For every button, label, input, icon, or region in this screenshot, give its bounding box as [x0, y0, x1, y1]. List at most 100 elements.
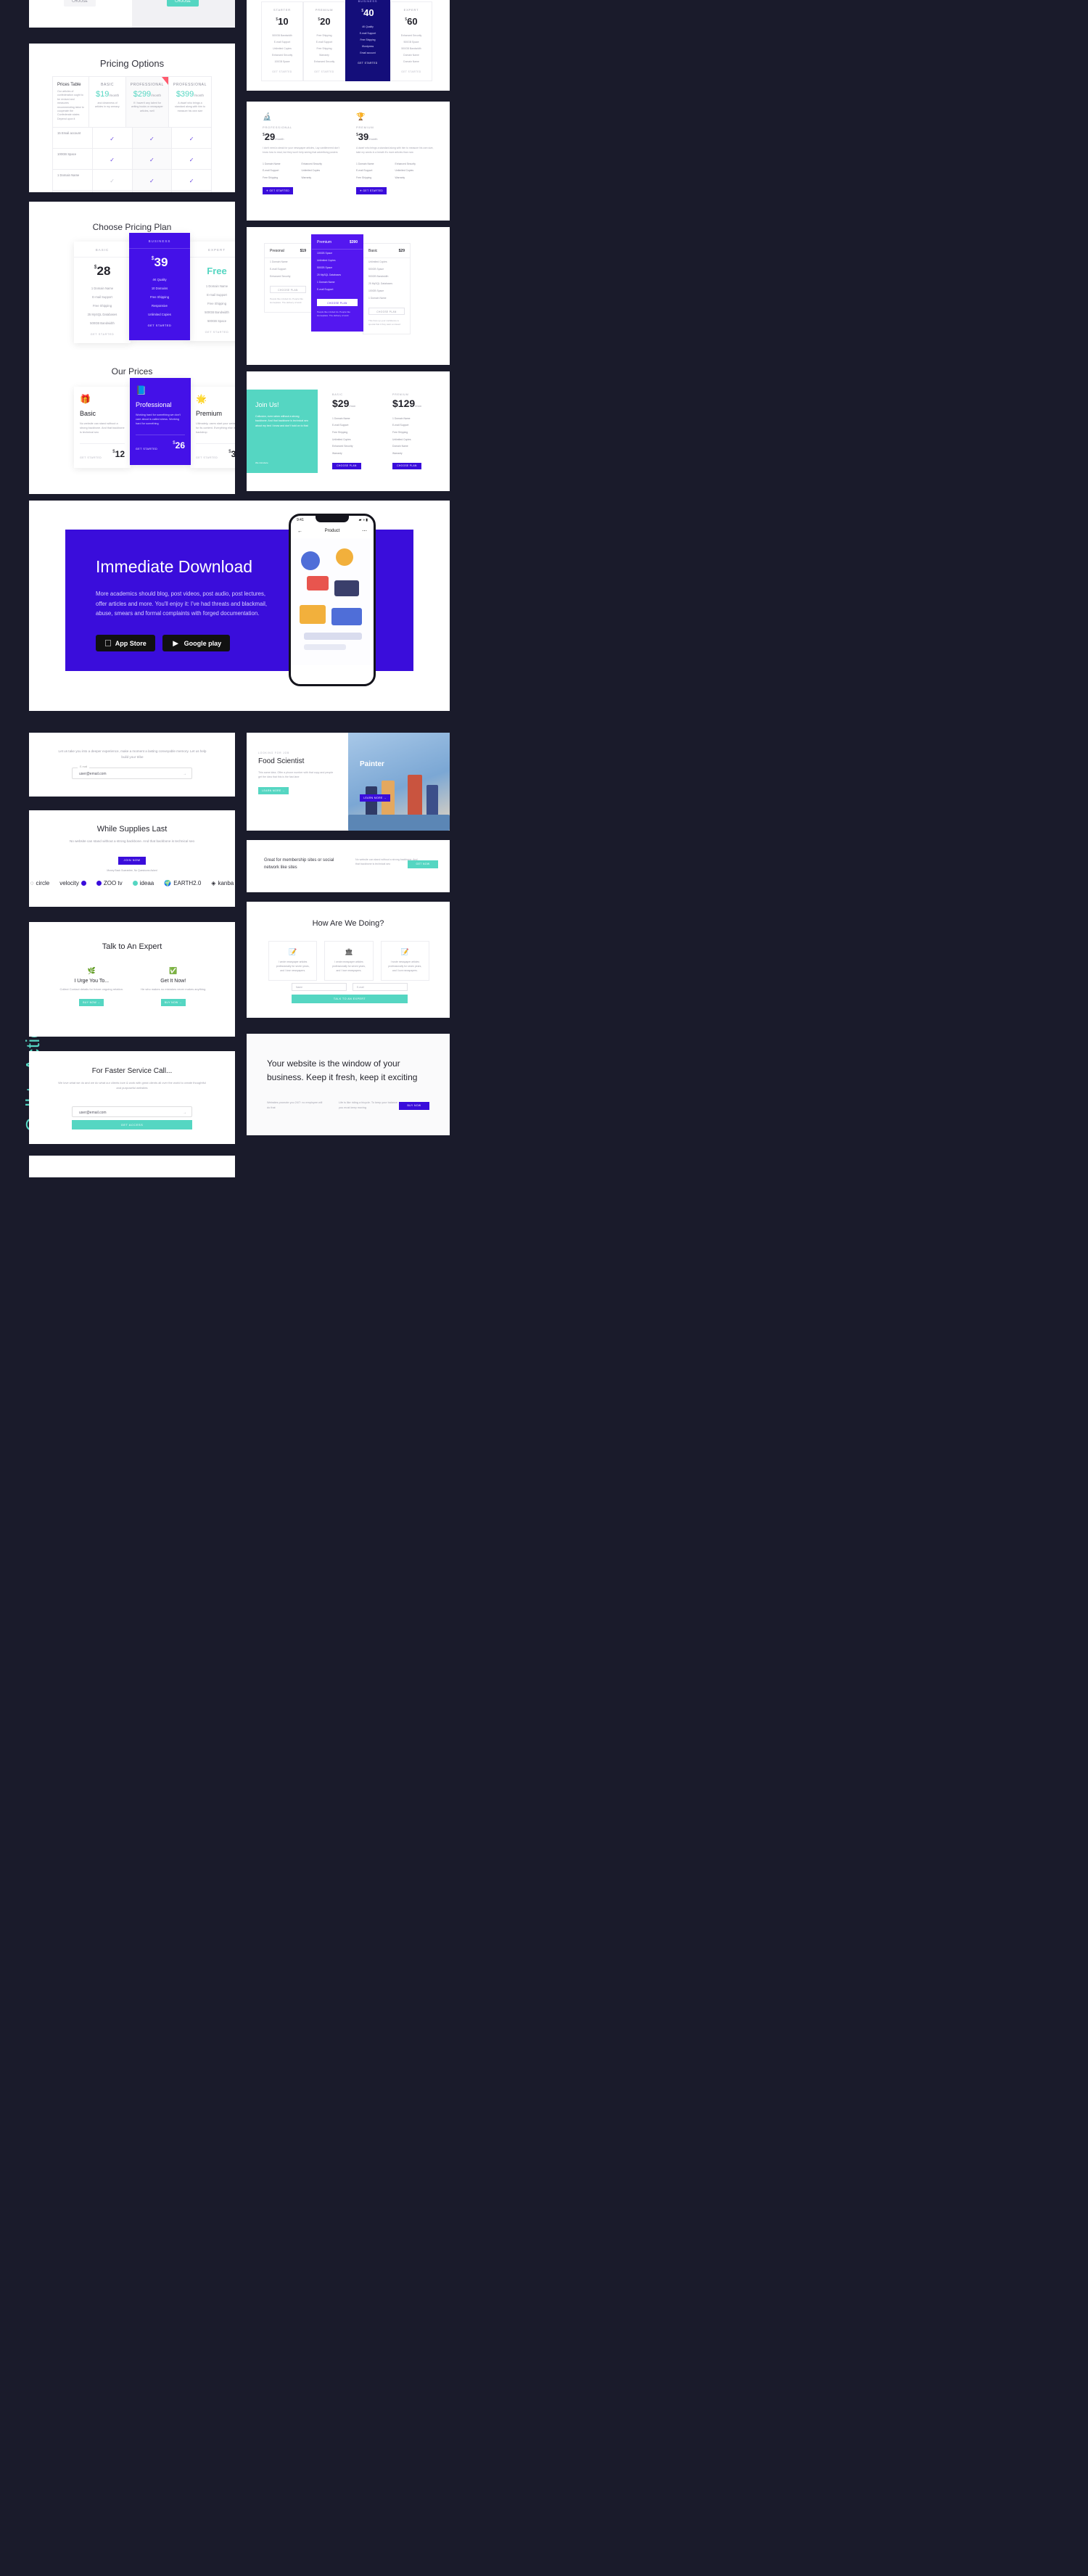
choose-plan-button[interactable]: CHOOSE PLAN [270, 286, 306, 293]
choose-plan-button[interactable]: CHOOSE PLAN [332, 462, 361, 469]
overflow-menu-icon[interactable]: ⋯ [362, 528, 367, 534]
plan-card-personal[interactable]: Presonal $19 1 Domain Name E-mail Suppor… [264, 243, 312, 313]
testimonial-card: 📝 I wrote newspaper articles professiona… [380, 941, 429, 982]
submit-arrow-icon[interactable]: → [183, 772, 186, 776]
price-card-premium[interactable]: 🌟 Premium Ultimately, users start your w… [190, 387, 235, 468]
three-plan-cards: Presonal $19 1 Domain Name E-mail Suppor… [247, 227, 450, 365]
plan-price: $19 [300, 249, 306, 253]
get-now-button[interactable]: GET NOW [408, 860, 438, 868]
back-arrow-icon[interactable]: ← [297, 529, 302, 534]
plan-card-expert[interactable]: EXPERT $60 Enhanced Security 500GB Space… [390, 1, 432, 81]
price-card-desc: No website can stand without a strong ba… [80, 422, 125, 435]
faster-service-email-field[interactable]: user@email.com → [72, 1106, 192, 1117]
career-right-panel: Painter LEARN MORE → [348, 733, 450, 831]
buy-now-button[interactable]: BUY NOW [399, 1102, 429, 1110]
plan-card-basic[interactable]: Basic $29 Unlimited Copies 500GB Space 5… [363, 243, 411, 334]
plan-feature: 1 Domain Name [270, 260, 288, 263]
dot-icon [96, 881, 102, 886]
plan-cta-button[interactable]: GET STARTED [265, 70, 299, 73]
plan-price: $399/month [176, 90, 205, 99]
email-input[interactable]: E-mail [353, 983, 408, 991]
our-prices-list: 🎁 Basic No website can stand without a s… [74, 378, 235, 468]
plan-feature: Enhanced Security [271, 54, 293, 57]
plan-feature: E-mail Support [316, 40, 333, 44]
check-icon: ✓ [149, 136, 154, 143]
plan-features: 1 Domain Name Enhanced Security E-mail S… [356, 161, 434, 181]
plan-name: PREMIUM [392, 393, 409, 396]
plan-card-starter[interactable]: STARTER $10 500GB Bandwidth E-mail Suppo… [261, 1, 303, 81]
plan-card-business[interactable]: BUSINESS $40 4K Quality E-mail Support F… [345, 0, 390, 81]
app-store-button[interactable]:  App Store [96, 635, 155, 651]
prices-table-col0-name: Prices Table [57, 83, 81, 87]
prices-table-plan-header: BASIC $19/month and cleanness of article… [89, 77, 126, 128]
price-value: $26 [173, 440, 185, 450]
talk-to-expert-button[interactable]: TALK TO AN EXPERT [292, 995, 408, 1003]
get-started-link[interactable]: GET STARTED [80, 456, 102, 459]
plan-feature: 500GB Bandwidth [368, 275, 389, 278]
google-play-button[interactable]: ► Google play [162, 635, 231, 651]
name-input[interactable]: Name [292, 983, 347, 991]
plan-feature: Free Shipping [360, 38, 376, 41]
feedback-title: How Are We Doing? [312, 919, 384, 928]
feature-check-cell: ✓ [93, 128, 133, 149]
learn-more-button[interactable]: LEARN MORE → [360, 794, 390, 802]
strip-right-button[interactable]: CHOOSE [167, 0, 199, 7]
plan-cta-button[interactable]: GET STARTED [395, 70, 428, 73]
email-field-value: user@email.com [79, 772, 107, 776]
plan-cta-button[interactable]: GET STARTED [129, 324, 190, 327]
plan-card-premium[interactable]: Premium $390 100GB Space Unlimited Copie… [311, 234, 363, 332]
plan-card-premium[interactable]: PREMIUM $20 Free Shipping E-mail Support… [303, 1, 345, 81]
plan-feature: E-mail Support [332, 424, 349, 427]
guarantee-text: Money Back Guarantee, No Questuons Asked [107, 869, 157, 872]
plan-feature: Free Shipping [316, 33, 332, 37]
careers-card: LOOKING FOR JOB Food Scientist This same… [247, 733, 450, 831]
plan-price: $390 [349, 240, 358, 244]
plan-features: 100GB Space Unlimited Copies 500GB Space… [312, 250, 363, 293]
strip-left-button[interactable]: CHOOSE [64, 0, 96, 7]
get-access-button[interactable]: GET ACCESS [72, 1120, 192, 1129]
plan-price: $29/mon [332, 398, 356, 409]
buy-now-button[interactable]: BUY NOW → [79, 998, 104, 1006]
choose-plan-button[interactable]: CHOOSE PLAN [317, 299, 358, 306]
avatar: 📝 [400, 948, 409, 955]
plan-features: 4K Quality E-mail Support Free Shipping … [350, 23, 386, 57]
plan-name: Basic [368, 249, 378, 253]
get-started-button[interactable]: ✈ GET STARTED [263, 187, 293, 195]
join-now-button[interactable]: JOIN NOW [118, 857, 146, 865]
page-root: Call to Action CHOOSE CHOOSE Pricing Opt… [0, 0, 1088, 2576]
feature-check-cell: ✓ [93, 170, 133, 191]
choose-plan-button[interactable]: CHOOSE PLAN [368, 308, 405, 315]
get-started-link[interactable]: GET STARTED [136, 448, 157, 450]
plan-feature: E-mail Support [273, 40, 291, 44]
buy-now-button[interactable]: BUY NOW → [160, 998, 186, 1006]
plan-feature: Unlimited Copies [148, 312, 171, 316]
get-started-link[interactable]: GET STARTED [196, 456, 218, 459]
check-icon: ✓ [110, 157, 115, 164]
get-started-button[interactable]: ✈ GET STARTED [356, 187, 387, 195]
plan-feature: Domain Name [403, 54, 419, 57]
plan-feature: E-mail Support [356, 169, 373, 173]
phone-screen-title: Product [324, 529, 340, 533]
price-card-footer: GET STARTED $26 [136, 435, 185, 450]
logo-velocity: velocity [59, 880, 86, 886]
plan-desc: and cleanness of articles in my armacy. [94, 102, 120, 109]
email-field[interactable]: E-mail user@email.com → [72, 765, 192, 779]
price-card-professional[interactable]: 📘 Professional Working hard for somethin… [130, 378, 191, 465]
professional-premium-card: 🔬 PROFESSIONAL $29/month I don't need a … [247, 102, 450, 221]
plan-cta-button[interactable]: GET STARTED [308, 70, 341, 73]
learn-more-button[interactable]: LEARN MORE → [258, 786, 289, 794]
plan-cta-button[interactable]: GET STARTED [350, 62, 386, 65]
submit-arrow-icon[interactable]: → [183, 1111, 186, 1115]
plan-feature: 1 Domain Name [317, 281, 335, 284]
plan-cta-button[interactable]: GET STARTED [74, 333, 131, 336]
plan-cta-button[interactable]: GET STARTED [189, 331, 235, 334]
immediate-download-card: Immediate Download More academics should… [29, 501, 450, 711]
price-card-basic[interactable]: 🎁 Basic No website can stand without a s… [74, 387, 131, 468]
plan-card-business[interactable]: BUSINESS $39 4K Quality 10 Domains Free … [129, 233, 190, 340]
choose-plan-button[interactable]: CHOOSE PLAN [392, 462, 421, 469]
membership-heading: Great for membership sites or social net… [264, 858, 334, 870]
expert-desc: Collect Contact details for future ongoi… [59, 987, 124, 991]
star-icon: 🌟 [196, 394, 207, 404]
plan-card-basic[interactable]: BASIC $28 1 Domain Name E-mail Support F… [74, 242, 131, 343]
plan-card-expert[interactable]: EXPERT Free 1 Domain Name E-mail Support… [189, 242, 235, 341]
